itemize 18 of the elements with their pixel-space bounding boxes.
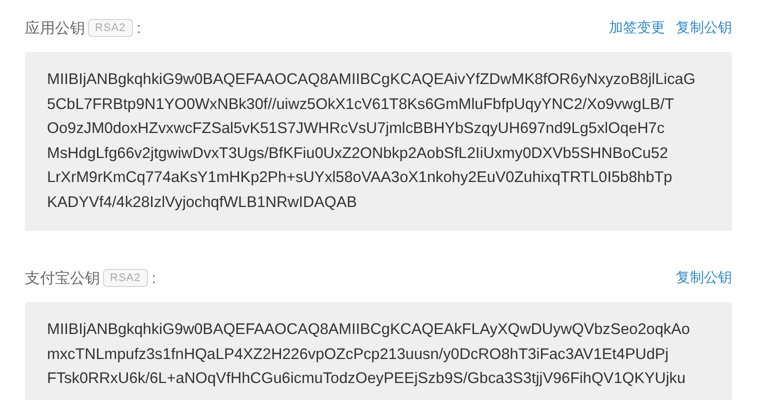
key-text-line: KADYVf4/4k28IzlVyjochqfWLB1NRwIDAQAB <box>47 192 358 212</box>
key-text-line: mxcTNLmpufz3s1fnHQaLP4XZ2H226vpOZcPcp213uusn/y0DcRO8hT3iFac3AV1Et4PUdPj <box>47 344 670 364</box>
algorithm-badge: RSA2 <box>88 19 133 37</box>
key-text-line: FTsk0RRxU6k/6L+aNOqVfHhCGu6icmuTodzOeyPEEjSzb9S/Gbca3S3tjjV96FihQV1QKYUjku <box>47 369 687 389</box>
colon-text: : <box>136 20 141 36</box>
key-text-line: Oo9zJM0doxHZvxwcFZSal5vK51S7JWHRcVsU7jmlcBBHYbSzqyUH697nd9Lg5xlOqeH7c <box>47 119 666 139</box>
key-text-line: MIIBIjANBgkqhkiG9w0BAQEFAAOCAQ8AMIIBCgKCAQEAkFLAyXQwDUywQVbzSeo2oqkAo <box>47 320 691 340</box>
section-title: 支付宝公钥 <box>25 268 100 288</box>
key-text-line: MsHdgLfg66v2jtgwiwDvxT3Ugs/BfKFiu0UxZ2ONbkp2AobSfL2IiUxmy0DXVb5SHNBoCu52 <box>47 144 670 164</box>
algorithm-badge: RSA2 <box>103 269 148 287</box>
colon-text: : <box>152 270 156 286</box>
key-text-line: 5CbL7FRBtp9N1YO0WxNBk30f//uiwz5OkX1cV61T8Ks6GmMluFbfpUqyYNC2/Xo9vwgLB/T <box>47 94 675 114</box>
action-link[interactable]: 复制公钥 <box>676 269 732 287</box>
key-text-line: LrXrM9rKmCq774aKsY1mHKp2Ph+sUYxl58oVAA3oX1nkohy2EuV0ZuhixqTRTL0I5b8hbTp <box>47 168 674 188</box>
section-title: 应用公钥 <box>25 18 85 38</box>
key-text-line: MIIBIjANBgkqhkiG9w0BAQEFAAOCAQ8AMIIBCgKCAQEAivYfZDwMK8fOR6yNxyzoB8jlLicaG <box>47 70 696 90</box>
action-link[interactable]: 加签变更 <box>609 19 665 37</box>
action-link[interactable]: 复制公钥 <box>676 19 732 37</box>
